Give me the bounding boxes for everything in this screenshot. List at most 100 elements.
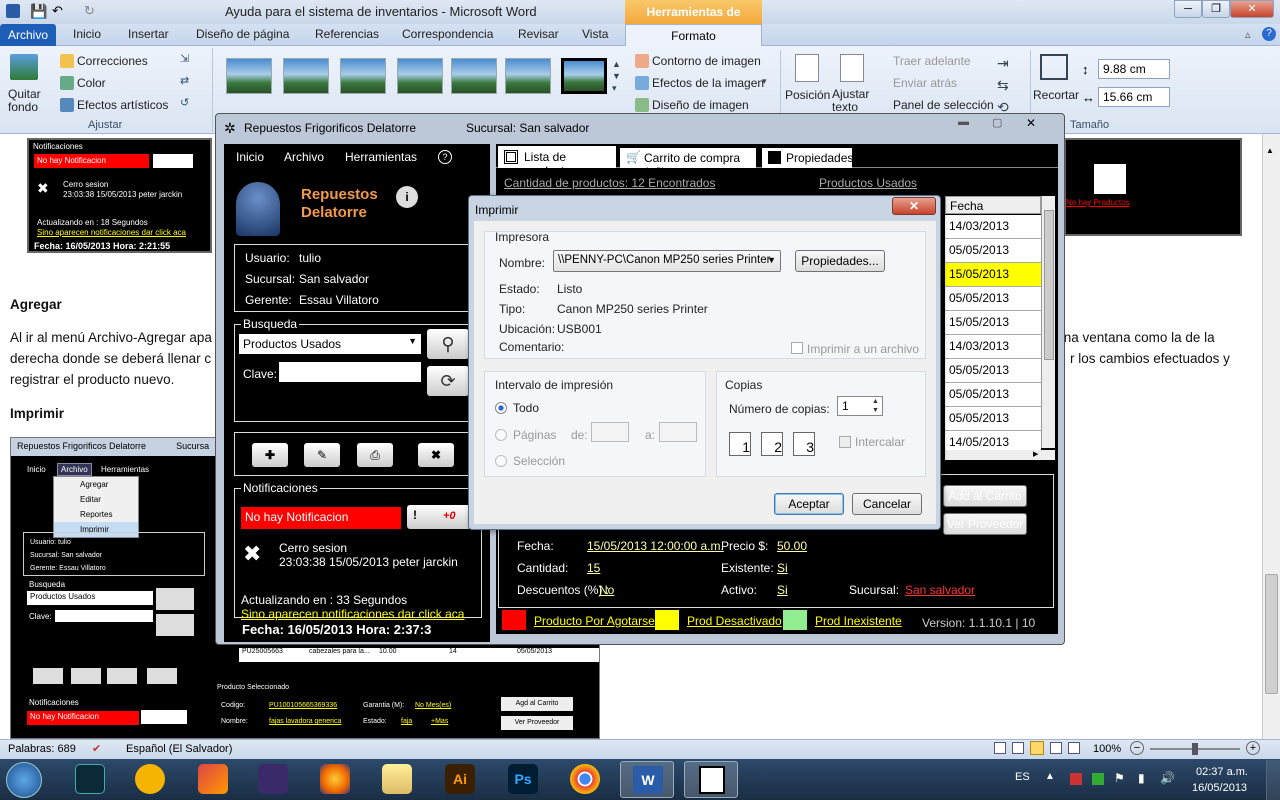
align-icon[interactable]: ⇥ ⇆ ⟲ <box>997 52 1009 118</box>
table-row-date[interactable]: 14/03/2013 <box>945 215 1041 239</box>
taskbar-firefox-icon[interactable] <box>320 764 350 794</box>
efectos-artisticos-button[interactable]: Efectos artísticos <box>77 98 168 112</box>
view-supplier-button[interactable]: Ver Proveedor <box>943 513 1027 535</box>
undo-icon[interactable]: ↶ <box>52 3 63 19</box>
used-products-link[interactable]: Productos Usados <box>819 176 917 190</box>
close-button[interactable]: ✕ <box>1230 0 1274 18</box>
table-row-date[interactable]: 15/05/2013 <box>945 263 1041 287</box>
tab-formato[interactable]: Formato <box>625 24 762 47</box>
legend-label[interactable]: Prod Desactivado <box>687 614 782 628</box>
menu-herramientas[interactable]: Herramientas <box>345 150 417 164</box>
enviar-atras-button[interactable]: Enviar atrás <box>893 76 957 90</box>
radio-pages[interactable] <box>495 429 507 441</box>
view-print-layout-icon[interactable] <box>994 742 1006 754</box>
redo-icon[interactable]: ↻ <box>84 3 95 19</box>
tab-revisar[interactable]: Revisar <box>518 27 559 41</box>
maximize-button[interactable]: ▢ <box>992 116 1002 129</box>
table-row-date[interactable]: 05/05/2013 <box>945 287 1041 311</box>
radio-selection[interactable] <box>495 455 507 467</box>
notification-badge[interactable]: ! +0 <box>407 505 471 529</box>
taskbar-photoshop-icon[interactable]: Ps <box>508 764 538 794</box>
picture-style-thumb[interactable] <box>283 58 329 94</box>
tab-referencias[interactable]: Referencias <box>315 27 379 41</box>
posicion-button[interactable]: Posición <box>785 88 830 102</box>
minimize-button[interactable]: ▬ <box>958 116 969 128</box>
remove-background-icon[interactable] <box>10 54 38 80</box>
delete-button[interactable]: ✖ <box>418 443 454 467</box>
product-type-select[interactable]: Productos Usados ▼ <box>239 334 421 354</box>
close-button[interactable]: ✕ <box>1026 116 1036 130</box>
diseno-button[interactable]: Diseño de imagen <box>652 98 749 112</box>
legend-label[interactable]: Prod Inexistente <box>815 614 902 628</box>
minimize-button[interactable]: ─ <box>1174 0 1202 18</box>
menu-archivo[interactable]: Archivo <box>284 150 324 164</box>
tray-network-icon[interactable] <box>1070 773 1082 785</box>
tray-app-icon[interactable] <box>1092 773 1104 785</box>
zoom-slider-thumb[interactable] <box>1192 743 1198 755</box>
tray-volume-icon[interactable]: 🔊 <box>1160 771 1175 785</box>
print-dialog[interactable]: Imprimir ✕ Impresora Nombre: \\PENNY-PC\… <box>468 195 941 530</box>
save-icon[interactable]: 💾 <box>30 3 47 20</box>
to-page-input[interactable] <box>659 422 697 442</box>
maximize-button[interactable]: ❐ <box>1202 0 1230 18</box>
taskbar-chrome-icon[interactable] <box>570 764 600 794</box>
info-icon[interactable]: i <box>396 186 418 208</box>
taskbar-word-active[interactable]: W <box>620 761 674 798</box>
scroll-thumb[interactable] <box>1265 574 1278 694</box>
dialog-close-button[interactable]: ✕ <box>892 197 936 215</box>
table-row-date[interactable]: 14/03/2013 <box>945 335 1041 359</box>
tray-expand-icon[interactable]: ▲ <box>1045 771 1055 782</box>
quitar-fondo-button[interactable]: Quitar fondo <box>8 88 44 114</box>
from-page-input[interactable] <box>591 422 629 442</box>
cancel-button[interactable]: Cancelar <box>852 493 922 515</box>
taskbar-illustrator-icon[interactable]: Ai <box>445 764 475 794</box>
zoom-in-icon[interactable]: + <box>1246 741 1260 755</box>
table-scrollbar[interactable] <box>1041 196 1055 448</box>
position-icon[interactable] <box>795 54 819 82</box>
tray-signal-icon[interactable]: ▮ <box>1138 771 1145 785</box>
properties-button[interactable]: Propiedades... <box>795 250 885 272</box>
tab-correspondencia[interactable]: Correspondencia <box>402 27 493 41</box>
ajustar-texto-button[interactable]: Ajustar texto <box>832 88 872 114</box>
collate-checkbox[interactable] <box>839 436 851 448</box>
doc-image-right[interactable]: No hay Productos <box>1064 138 1242 236</box>
compress-icon[interactable]: ⇲ <box>180 52 189 65</box>
traer-adelante-button[interactable]: Traer adelante <box>893 54 971 68</box>
column-header-fecha[interactable]: Fecha <box>945 196 1041 214</box>
accept-button[interactable]: Aceptar <box>774 493 844 515</box>
table-row-date[interactable]: 05/05/2013 <box>945 239 1041 263</box>
efectos-button[interactable]: Efectos de la imagen <box>652 76 764 90</box>
picture-style-thumb[interactable] <box>505 58 551 94</box>
edit-button[interactable]: ✎ <box>304 443 340 467</box>
show-desktop-button[interactable] <box>1266 760 1280 800</box>
help-icon[interactable]: ? <box>438 150 452 164</box>
table-row-date[interactable]: 05/05/2013 <box>945 383 1041 407</box>
table-scroll-thumb[interactable] <box>1044 210 1054 360</box>
table-row-date[interactable]: 15/05/2013 <box>945 311 1041 335</box>
picture-style-thumb[interactable] <box>397 58 443 94</box>
taskbar-app-active[interactable] <box>684 761 738 798</box>
print-to-file-checkbox[interactable] <box>791 342 803 354</box>
correcciones-button[interactable]: Correcciones <box>77 54 148 68</box>
table-row-date[interactable]: 05/05/2013 <box>945 359 1041 383</box>
taskbar-app-icon[interactable] <box>258 764 288 794</box>
tab-inicio[interactable]: Inicio <box>73 27 101 41</box>
menu-inicio[interactable]: Inicio <box>236 150 264 164</box>
tab-archivo[interactable]: Archivo <box>0 24 56 46</box>
height-input[interactable]: 9.88 cm <box>1098 59 1170 79</box>
spinner-icon[interactable]: ▲ ▼ <box>872 397 879 415</box>
tab-lista-productos[interactable]: Lista de productos <box>498 146 616 178</box>
clock-date[interactable]: 16/05/2013 <box>1192 782 1247 794</box>
view-web-icon[interactable] <box>1030 741 1044 755</box>
scroll-up-icon[interactable]: ▲ <box>1266 146 1274 155</box>
taskbar-app-icon[interactable] <box>135 764 165 794</box>
proofing-icon[interactable]: ✔ <box>92 742 101 755</box>
recortar-button[interactable]: Recortar <box>1033 88 1079 102</box>
notifications-link[interactable]: Sino aparecen notificaciones dar click a… <box>241 607 464 621</box>
language-status[interactable]: Español (El Salvador) <box>126 743 232 755</box>
picture-style-thumb[interactable] <box>451 58 497 94</box>
printer-select[interactable]: \\PENNY-PC\Canon MP250 series Printer ▼ <box>553 250 781 272</box>
search-button[interactable]: ⚲ <box>427 329 469 359</box>
panel-seleccion-button[interactable]: Panel de selección <box>893 98 994 112</box>
tab-propiedades[interactable]: Propiedades <box>762 148 853 168</box>
